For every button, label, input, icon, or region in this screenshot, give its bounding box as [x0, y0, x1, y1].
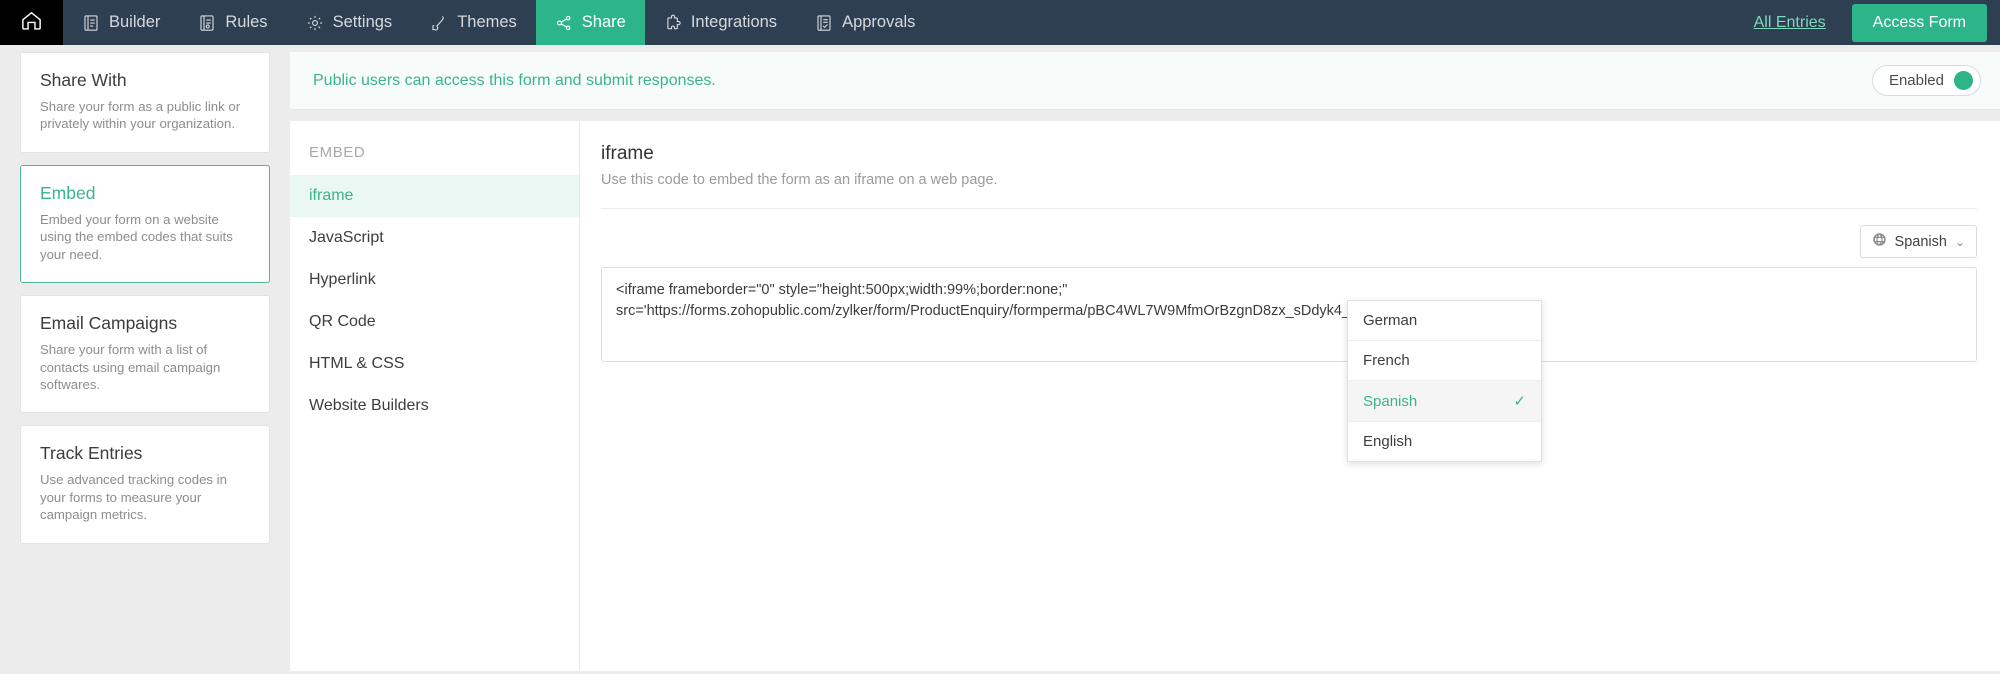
- check-icon: ✓: [1513, 393, 1526, 410]
- language-dropdown-menu: German French Spanish ✓ English: [1347, 300, 1542, 462]
- main-content: Public users can access this form and su…: [290, 45, 2000, 674]
- language-option-german[interactable]: German: [1348, 301, 1541, 341]
- sidebar-card-description: Embed your form on a website using the e…: [40, 211, 233, 262]
- nav-item-rules[interactable]: Rules: [179, 0, 286, 45]
- nav-label-rules: Rules: [225, 13, 268, 31]
- language-option-label: Spanish: [1363, 392, 1418, 410]
- language-option-label: French: [1363, 352, 1410, 369]
- toggle-knob: [1954, 71, 1973, 90]
- sidebar-card-description: Share your form with a list of contacts …: [40, 342, 221, 392]
- sidebar-card-title: Track Entries: [40, 443, 143, 464]
- panel-title: iframe: [601, 143, 654, 164]
- globe-icon: [1872, 232, 1887, 251]
- chevron-down-icon: ⌄: [1954, 234, 1965, 249]
- share-nodes-icon: [555, 14, 573, 32]
- language-option-english[interactable]: English: [1348, 422, 1541, 461]
- form-builder-icon: [82, 14, 100, 32]
- all-entries-link[interactable]: All Entries: [1754, 14, 1826, 32]
- embed-submenu-heading: EMBED: [309, 144, 366, 161]
- top-nav-actions: All Entries Access Form: [1754, 0, 2000, 45]
- approval-icon: [815, 14, 833, 32]
- access-form-button[interactable]: Access Form: [1851, 3, 1987, 42]
- language-selector-row: Spanish ⌄: [601, 209, 1977, 267]
- app-root: Builder Rules Settings Themes Share Inte…: [0, 0, 2000, 674]
- sidebar-card-description: Share your form as a public link or priv…: [40, 99, 241, 132]
- language-option-label: English: [1363, 433, 1413, 450]
- brush-icon: [430, 14, 448, 32]
- gear-icon: [306, 14, 324, 32]
- nav-label-builder: Builder: [109, 13, 161, 31]
- toggle-label: Enabled: [1888, 72, 1944, 89]
- language-selector-label: Spanish: [1894, 233, 1947, 250]
- sidebar-card-share-with[interactable]: Share With Share your form as a public l…: [20, 52, 270, 153]
- sidebar-card-title: Share With: [40, 70, 127, 90]
- embed-code-textarea[interactable]: [601, 267, 1977, 362]
- submenu-item-iframe[interactable]: iframe: [290, 175, 579, 217]
- nav-label-integrations: Integrations: [690, 13, 778, 31]
- embed-submenu: EMBED iframe JavaScript Hyperlink QR Cod…: [290, 121, 580, 674]
- nav-item-settings[interactable]: Settings: [287, 0, 412, 45]
- language-option-spanish[interactable]: Spanish ✓: [1348, 381, 1541, 422]
- nav-item-share[interactable]: Share: [535, 0, 645, 45]
- nav-item-builder[interactable]: Builder: [63, 0, 179, 45]
- home-icon: [20, 9, 43, 37]
- panel-description: Use this code to embed the form as an if…: [601, 172, 1977, 209]
- nav-item-integrations[interactable]: Integrations: [645, 0, 796, 45]
- share-options-sidebar: Share With Share your form as a public l…: [0, 45, 290, 674]
- public-access-banner: Public users can access this form and su…: [290, 52, 2000, 110]
- public-access-message: Public users can access this form and su…: [313, 71, 716, 89]
- nav-label-share: Share: [581, 13, 626, 31]
- language-option-french[interactable]: French: [1348, 341, 1541, 381]
- embed-panel-wrapper: EMBED iframe JavaScript Hyperlink QR Cod…: [290, 121, 2000, 674]
- workspace: Share With Share your form as a public l…: [0, 45, 2000, 674]
- home-button[interactable]: [0, 0, 63, 45]
- nav-label-settings: Settings: [332, 13, 393, 31]
- language-selector-button[interactable]: Spanish ⌄: [1859, 225, 1977, 258]
- submenu-item-html-css[interactable]: HTML & CSS: [290, 343, 579, 385]
- submenu-item-javascript[interactable]: JavaScript: [290, 217, 579, 259]
- submenu-item-website-builders[interactable]: Website Builders: [290, 385, 579, 427]
- language-option-label: German: [1363, 312, 1418, 329]
- public-access-toggle[interactable]: Enabled: [1871, 65, 1981, 96]
- rules-icon: [198, 14, 216, 32]
- nav-label-approvals: Approvals: [842, 13, 916, 31]
- submenu-item-hyperlink[interactable]: Hyperlink: [290, 259, 579, 301]
- sidebar-card-title: Email Campaigns: [40, 313, 178, 334]
- sidebar-card-email-campaigns[interactable]: Email Campaigns Share your form with a l…: [20, 295, 270, 414]
- sidebar-card-description: Use advanced tracking codes in your form…: [40, 472, 227, 523]
- nav-item-themes[interactable]: Themes: [411, 0, 536, 45]
- top-navigation-bar: Builder Rules Settings Themes Share Inte…: [0, 0, 2000, 45]
- iframe-panel: iframe Use this code to embed the form a…: [580, 121, 2000, 674]
- nav-item-approvals[interactable]: Approvals: [796, 0, 934, 45]
- sidebar-card-embed[interactable]: Embed Embed your form on a website using…: [20, 164, 270, 284]
- puzzle-icon: [664, 14, 682, 32]
- sidebar-card-track-entries[interactable]: Track Entries Use advanced tracking code…: [20, 425, 270, 544]
- submenu-item-qr-code[interactable]: QR Code: [290, 301, 579, 343]
- nav-label-themes: Themes: [457, 13, 517, 31]
- sidebar-card-title: Embed: [40, 182, 96, 203]
